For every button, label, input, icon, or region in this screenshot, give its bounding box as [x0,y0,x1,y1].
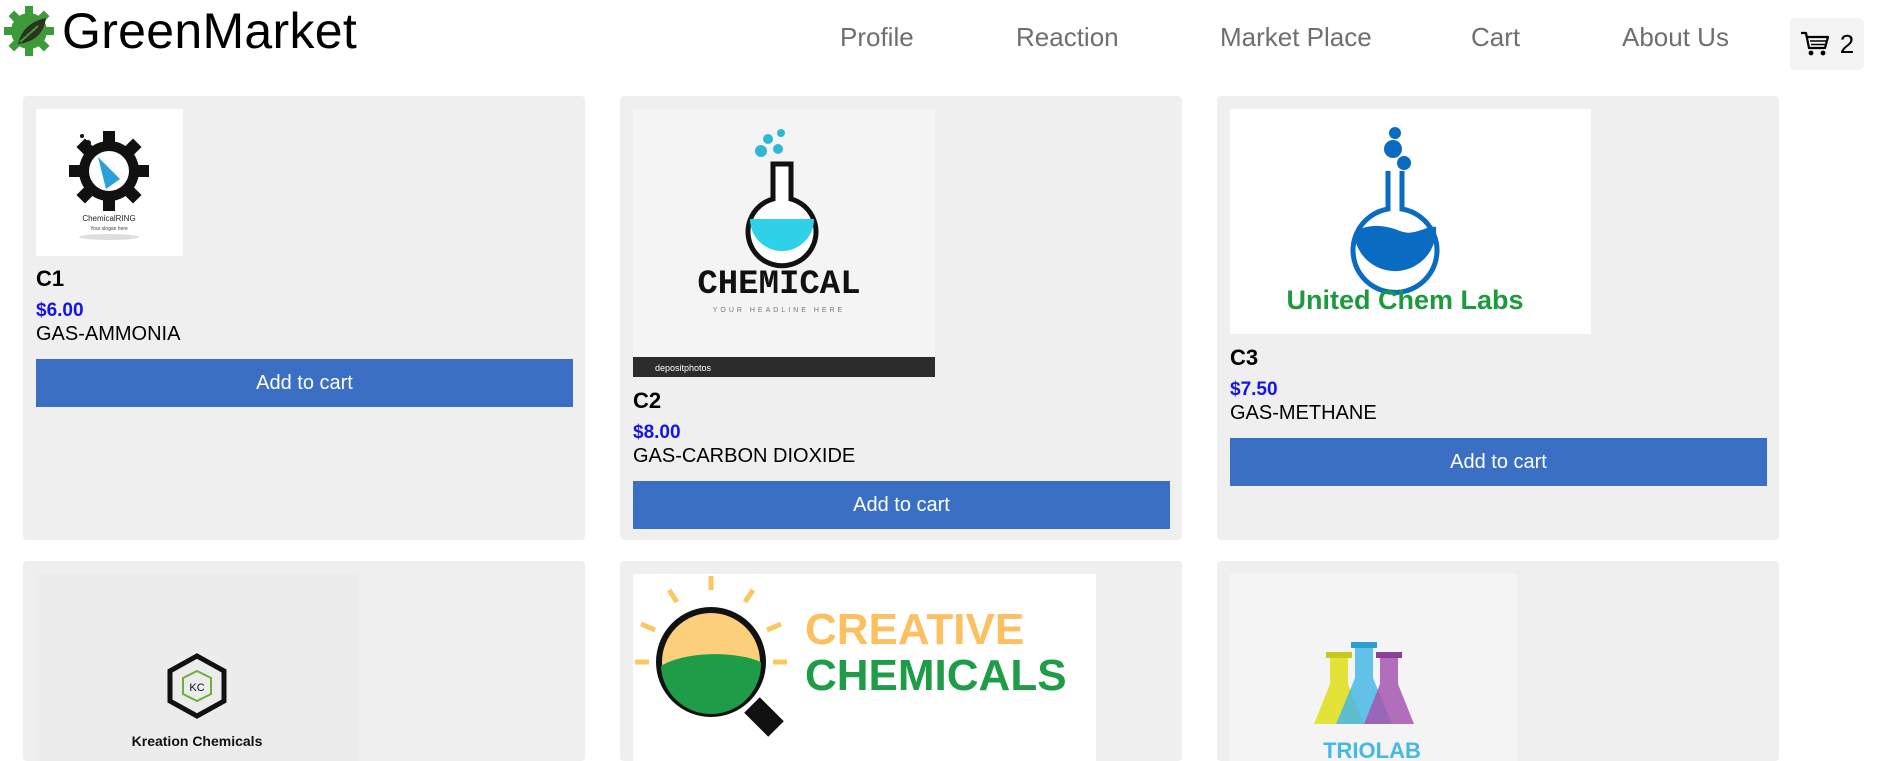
product-image: CREATIVE CHEMICALS [633,574,1096,761]
top-header: GreenMarket Profile Reaction Market Plac… [0,0,1891,80]
product-card: TRIOLAB [1217,561,1779,761]
add-to-cart-button[interactable]: Add to cart [633,481,1170,529]
product-image: CHEMICAL YOUR HEADLINE HERE depositphoto… [633,109,935,377]
product-description: GAS-METHANE [1230,402,1377,424]
triolab-logo: TRIOLAB [1230,574,1517,761]
creative-chemicals-logo: CREATIVE CHEMICALS [635,576,1067,737]
logo-text: ChemicalRING [82,214,135,223]
logo-text-1: CREATIVE [805,605,1024,654]
product-card: CREATIVE CHEMICALS [620,561,1182,761]
product-title: C1 [36,266,65,291]
logo-text: TRIOLAB [1323,738,1421,761]
nav-market-place[interactable]: Market Place [1220,22,1372,53]
chemical-flask-logo: CHEMICAL YOUR HEADLINE HERE depositphoto… [633,109,935,377]
product-price: $7.50 [1230,379,1278,400]
brand-name: GreenMarket [62,3,358,59]
logo-text: CHEMICAL [697,266,860,304]
product-card: CHEMICAL YOUR HEADLINE HERE depositphoto… [620,96,1182,540]
nav-cart[interactable]: Cart [1471,22,1520,53]
brand[interactable]: GreenMarket [2,4,357,58]
kreation-chemicals-logo: KC Kreation Chemicals [36,574,358,761]
product-price: $8.00 [633,422,681,443]
nav-profile[interactable]: Profile [840,22,914,53]
product-image: KC Kreation Chemicals [36,574,358,761]
logo-tagline: YOUR HEADLINE HERE [713,307,846,314]
product-card: KC Kreation Chemicals [23,561,585,761]
product-description: GAS-CARBON DIOXIDE [633,445,856,467]
chemical-ring-logo: ChemicalRING Your slogan here [69,131,149,240]
cart-button[interactable]: 2 [1790,18,1864,70]
product-image: United Chem Labs [1230,109,1591,334]
logo-text-2: CHEMICALS [805,651,1067,700]
product-title: C3 [1230,345,1259,370]
product-image: ChemicalRING Your slogan here [36,109,183,256]
logo-text: Kreation Chemicals [132,733,263,749]
cart-count: 2 [1839,28,1855,59]
logo-tagline: Your slogan here [90,226,128,232]
product-card: ChemicalRING Your slogan here C1 $6.00 G… [23,96,585,540]
united-chem-labs-logo: United Chem Labs [1286,127,1524,315]
product-image: TRIOLAB [1230,574,1517,761]
add-to-cart-button[interactable]: Add to cart [36,359,573,407]
product-title: C2 [633,388,662,413]
nav-about-us[interactable]: About Us [1622,22,1729,53]
shopping-cart-icon [1800,31,1829,56]
product-card: United Chem Labs C3 $7.50 GAS-METHANE Ad… [1217,96,1779,540]
nav-reaction[interactable]: Reaction [1016,22,1119,53]
product-description: GAS-AMMONIA [36,323,181,345]
product-price: $6.00 [36,300,84,321]
logo-monogram: KC [189,682,204,694]
watermark-text: depositphotos [655,363,712,373]
logo-text: United Chem Labs [1286,285,1523,315]
add-to-cart-button[interactable]: Add to cart [1230,438,1767,486]
gear-leaf-icon [4,6,54,56]
